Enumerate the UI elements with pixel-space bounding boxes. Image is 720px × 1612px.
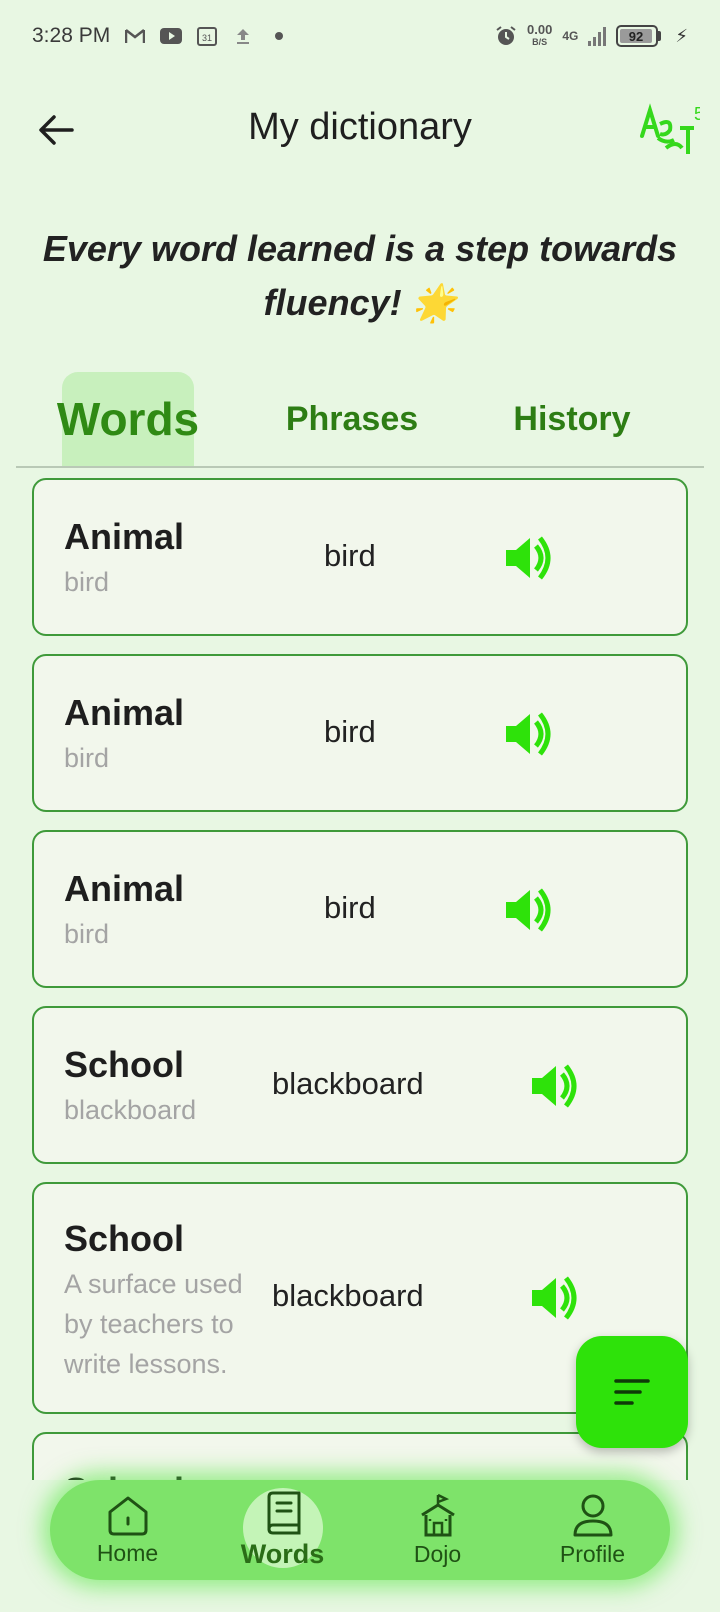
word-category: Animal [64,692,185,733]
signal-icon [588,26,607,46]
language-badge: 5 [694,104,700,124]
word-list: Animal bird bird Animal bird bird Animal… [0,470,720,1480]
word-subtitle: blackboard [64,1095,197,1125]
net-speed-unit: B/S [532,37,548,47]
page-title: My dictionary [248,106,472,148]
net-speed-value: 0.00 [527,22,553,37]
net-speed: 0.00 B/S [527,22,553,48]
speaker-icon[interactable] [528,1060,580,1112]
nav-words-label: Words [240,1538,325,1569]
word-card[interactable]: School blackboard blackboard [32,1006,688,1164]
nav-dojo[interactable]: Dojo [378,1480,498,1580]
tab-history[interactable]: History [502,372,642,466]
word-subtitle: bird [64,919,110,949]
youtube-icon [160,25,183,47]
gmail-icon [124,25,146,47]
speaker-icon[interactable] [502,884,554,936]
word-subtitle: A surface used by teachers to write less… [64,1269,243,1379]
word-translation: bird [324,890,376,925]
bottom-navigation: Home Words Dojo Profile [50,1480,670,1580]
word-card[interactable]: Animal bird bird [32,654,688,812]
upload-icon [232,25,254,47]
speaker-icon[interactable] [528,1272,580,1324]
nav-dojo-label: Dojo [413,1540,462,1567]
language-icon[interactable]: 5 [636,102,704,158]
nav-home-label: Home [96,1539,159,1566]
tab-words[interactable]: Words [57,372,199,466]
word-subtitle: bird [64,567,110,597]
home-icon [108,1496,147,1535]
word-translation: blackboard [272,1066,424,1101]
word-card[interactable]: Animal bird bird [32,478,688,636]
app-bar: My dictionary 5 [0,84,720,174]
nav-home[interactable]: Home [68,1480,188,1580]
nav-profile-label: Profile [559,1540,626,1567]
word-subtitle: bird [64,743,110,773]
word-card[interactable]: Animal bird bird [32,830,688,988]
network-type: 4G [562,29,579,43]
word-category: Animal [64,868,185,909]
word-category: School [64,1470,184,1480]
sort-icon [614,1379,650,1405]
status-time: 3:28 PM [32,24,111,47]
speaker-icon[interactable] [502,532,554,584]
nav-words[interactable]: Words [223,1480,343,1580]
word-category: Animal [64,516,185,557]
profile-icon [573,1494,612,1536]
alarm-icon [495,25,517,47]
dojo-icon [420,1493,455,1536]
word-translation: bird [324,714,376,749]
word-translation: bird [324,538,376,573]
status-bar: 3:28 PM 31 0.00 B/S 4G 92 ⚡ [0,0,720,72]
battery-level: 92 [620,29,652,44]
charging-icon: ⚡ [675,25,688,46]
battery-icon: 92 [616,25,662,47]
motivational-tagline: Every word learned is a step towards flu… [42,228,678,323]
book-icon [267,1491,300,1534]
filter-button[interactable] [576,1336,688,1448]
word-translation: blackboard [272,1278,424,1313]
dot-icon [268,25,290,47]
nav-profile[interactable]: Profile [533,1480,653,1580]
svg-text:31: 31 [202,33,212,43]
word-category: School [64,1218,185,1259]
word-category: School [64,1044,185,1085]
speaker-icon[interactable] [502,708,554,760]
tab-phrases[interactable]: Phrases [274,372,430,466]
calendar-icon: 31 [196,25,218,47]
tab-bar: Words Phrases History [16,370,704,468]
